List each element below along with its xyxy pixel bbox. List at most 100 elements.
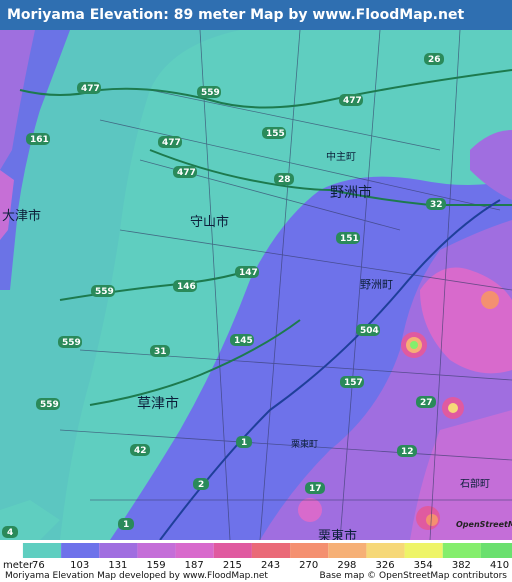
svg-text:559: 559 [62, 338, 81, 348]
legend-tick-label: 215 [222, 560, 242, 571]
peak2-top [448, 403, 458, 413]
svg-text:559: 559 [95, 287, 114, 297]
road-shield-559: 559 [58, 336, 82, 348]
openstreetmap-logo: OpenStreetMap [456, 520, 512, 529]
legend-tick-label: 298 [337, 560, 357, 571]
legend-tick-label: 410 [490, 560, 510, 571]
svg-text:27: 27 [420, 398, 433, 408]
road-shield-12: 12 [397, 445, 417, 457]
road-shield-559: 559 [197, 86, 221, 98]
legend-tick-label: 76 [32, 560, 45, 571]
legend-swatch [99, 543, 138, 558]
svg-text:161: 161 [30, 135, 49, 145]
road-shield-4: 4 [2, 526, 18, 538]
legend-tick-label: 243 [261, 560, 281, 571]
city-label-ishibe: 石部町 [460, 477, 490, 490]
city-label-otsu: 大津市 [2, 208, 41, 224]
svg-text:145: 145 [234, 336, 253, 346]
legend-color-bar [22, 543, 512, 558]
svg-text:12: 12 [401, 447, 414, 457]
svg-text:477: 477 [162, 138, 181, 148]
legend-swatch [61, 543, 100, 558]
peak-top [410, 341, 418, 349]
legend-tick-label: 326 [375, 560, 395, 571]
legend-tick-label: 354 [413, 560, 433, 571]
legend-swatch [213, 543, 252, 558]
legend-swatch [251, 543, 291, 558]
road-shield-477: 477 [77, 82, 101, 94]
svg-text:1: 1 [123, 520, 129, 530]
road-shield-1: 1 [118, 518, 134, 530]
svg-text:17: 17 [309, 484, 322, 494]
legend-swatch [175, 543, 214, 558]
legend-swatch [290, 543, 329, 558]
page-title: Moriyama Elevation: 89 meter Map by www.… [0, 0, 512, 53]
footer-credit: Moriyama Elevation Map developed by www.… [5, 571, 268, 581]
road-shield-31: 31 [150, 345, 170, 357]
road-shield-145: 145 [230, 334, 254, 346]
footer-basemap: Base map © OpenStreetMap contributors [319, 571, 507, 581]
city-label-ritto-small: 栗東町 [291, 438, 318, 450]
legend-swatch [137, 543, 176, 558]
legend-swatch [404, 543, 443, 558]
road-shield-147: 147 [235, 266, 259, 278]
road-shield-477: 477 [158, 136, 182, 148]
svg-text:42: 42 [134, 446, 147, 456]
svg-text:146: 146 [177, 282, 196, 292]
legend-swatch [328, 543, 367, 558]
peak3 [481, 291, 499, 309]
road-shield-146: 146 [173, 280, 197, 292]
road-shield-1: 1 [236, 436, 252, 448]
svg-text:151: 151 [340, 234, 359, 244]
road-shield-157: 157 [340, 376, 364, 388]
road-shield-28: 28 [274, 173, 294, 185]
svg-text:147: 147 [239, 268, 258, 278]
legend-tick-label: 382 [451, 560, 471, 571]
legend-unit-label: meter [3, 560, 34, 571]
road-shield-155: 155 [262, 127, 286, 139]
svg-text:559: 559 [201, 88, 220, 98]
svg-text:477: 477 [343, 96, 362, 106]
svg-text:559: 559 [40, 400, 59, 410]
city-label-yasu-cho: 野洲町 [360, 278, 393, 291]
road-shield-477: 477 [339, 94, 363, 106]
legend-swatch [480, 543, 512, 558]
legend-tick-label: 103 [70, 560, 90, 571]
legend-tick-label: 159 [146, 560, 166, 571]
road-shield-2: 2 [193, 478, 209, 490]
footer: Moriyama Elevation Map developed by www.… [0, 571, 512, 582]
peak5 [298, 498, 322, 522]
city-label-yasu: 野洲市 [330, 184, 372, 201]
legend-tick-label: 270 [299, 560, 319, 571]
svg-text:504: 504 [360, 326, 379, 336]
peak4-top [426, 514, 438, 526]
svg-text:31: 31 [154, 347, 167, 357]
svg-text:477: 477 [177, 168, 196, 178]
road-shield-26: 26 [424, 53, 444, 65]
svg-text:157: 157 [344, 378, 363, 388]
city-label-chushu: 中主町 [326, 150, 356, 163]
svg-text:4: 4 [7, 528, 13, 538]
city-label-kusatsu: 草津市 [137, 395, 179, 412]
road-shield-27: 27 [416, 396, 436, 408]
svg-text:28: 28 [278, 175, 291, 185]
road-shield-151: 151 [336, 232, 360, 244]
road-shield-504: 504 [356, 324, 380, 336]
elevation-map[interactable]: 大津市 守山市 野洲市 野洲町 草津市 中主町 栗東市 栗東町 石部町 477 … [0, 30, 512, 540]
city-label-ritto: 栗東市 [318, 528, 357, 540]
svg-text:477: 477 [81, 84, 100, 94]
svg-text:155: 155 [266, 129, 285, 139]
road-shield-559: 559 [91, 285, 115, 297]
road-shield-477: 477 [173, 166, 197, 178]
svg-text:26: 26 [428, 55, 441, 65]
road-shield-559: 559 [36, 398, 60, 410]
road-shield-32: 32 [426, 198, 446, 210]
legend-swatch [22, 543, 62, 558]
svg-text:32: 32 [430, 200, 443, 210]
road-shield-17: 17 [305, 482, 325, 494]
legend-tick-label: 131 [108, 560, 128, 571]
legend-swatch [442, 543, 481, 558]
legend-swatch [366, 543, 405, 558]
svg-text:1: 1 [241, 438, 247, 448]
city-label-moriyama: 守山市 [190, 214, 229, 230]
